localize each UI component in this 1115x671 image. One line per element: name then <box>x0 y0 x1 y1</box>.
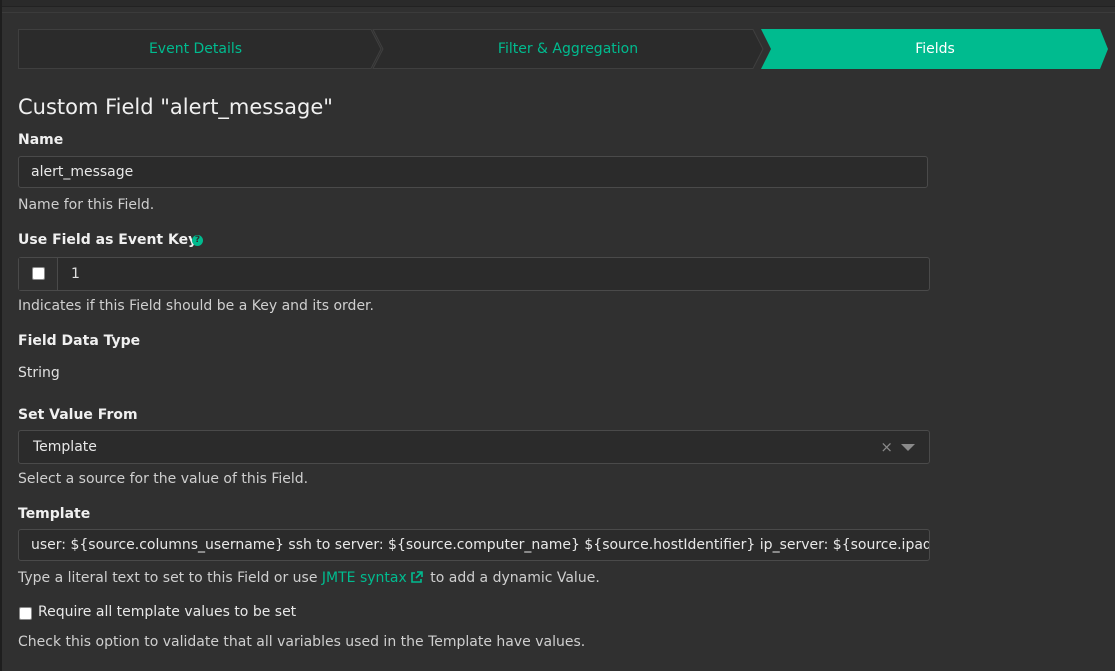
set-value-from-help: Select a source for the value of this Fi… <box>18 471 309 487</box>
event-key-help: Indicates if this Field should be a Key … <box>18 298 374 314</box>
step-event-details[interactable]: Event Details <box>18 29 373 69</box>
event-key-addon <box>19 258 58 290</box>
template-help: Type a literal text to set to this Field… <box>18 570 600 588</box>
data-type-label: Field Data Type <box>18 333 141 349</box>
set-value-from-label: Set Value From <box>18 407 138 423</box>
step-filter-aggregation[interactable]: Filter & Aggregation <box>378 29 758 69</box>
external-link-icon[interactable] <box>410 571 423 588</box>
template-label: Template <box>18 506 91 522</box>
page-title: Custom Field "alert_message" <box>18 95 333 119</box>
data-type-value: String <box>18 365 60 381</box>
set-value-from-select[interactable]: Template × <box>18 430 930 464</box>
event-key-order-input[interactable]: 1 <box>71 258 80 290</box>
wizard-steps: Event Details Filter & Aggregation Field… <box>18 29 1108 69</box>
event-key-checkbox[interactable] <box>32 267 45 280</box>
step-fields[interactable]: Fields <box>766 29 1104 69</box>
name-input[interactable]: alert_message <box>18 156 928 188</box>
template-help-prefix: Type a literal text to set to this Field… <box>18 570 322 586</box>
clear-icon[interactable]: × <box>880 431 893 463</box>
name-help: Name for this Field. <box>18 197 155 213</box>
page: Event Details Filter & Aggregation Field… <box>2 0 1115 671</box>
name-label: Name <box>18 132 64 148</box>
jmte-syntax-link[interactable]: JMTE syntax <box>322 570 407 586</box>
select-value: Template <box>33 439 97 455</box>
require-all-checkbox[interactable] <box>19 607 32 620</box>
event-key-group: 1 <box>18 257 930 291</box>
help-icon[interactable]: ? <box>192 235 203 246</box>
event-key-label: Use Field as Event Key <box>18 232 198 248</box>
require-all-help: Check this option to validate that all v… <box>18 634 586 650</box>
template-help-suffix: to add a dynamic Value. <box>425 570 600 586</box>
top-strip <box>2 0 1115 7</box>
chevron-down-icon[interactable] <box>901 444 915 451</box>
form-panel: Event Details Filter & Aggregation Field… <box>2 12 1115 671</box>
require-all-label[interactable]: Require all template values to be set <box>38 604 296 620</box>
template-input[interactable]: user: ${source.columns_username} ssh to … <box>18 529 930 561</box>
